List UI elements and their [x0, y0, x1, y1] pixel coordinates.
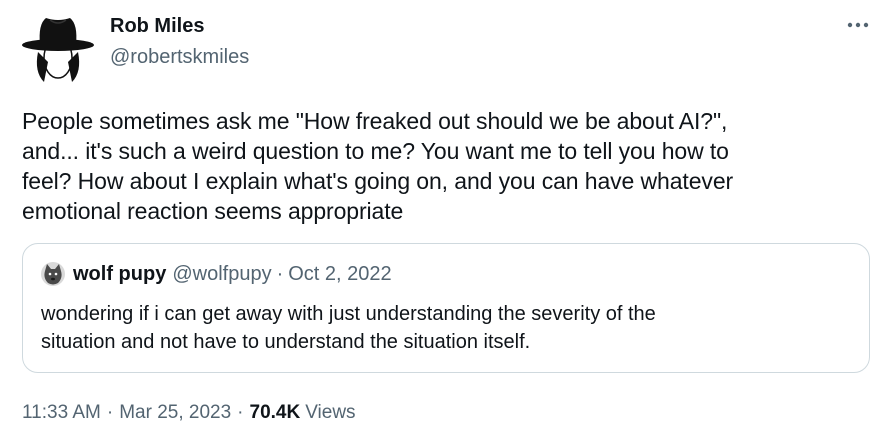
tweet-text-line: emotional reaction seems appropriate: [22, 198, 404, 224]
tweet-text-line: and... it's such a weird question to me?…: [22, 138, 729, 164]
quoted-tweet-text-line: situation and not have to understand the…: [41, 331, 531, 353]
quoted-tweet-card[interactable]: wolf pupy @wolfpupy · Oct 2, 2022 wonder…: [22, 243, 870, 373]
more-options-icon: [847, 22, 869, 28]
hat-silhouette-avatar-icon: [20, 12, 95, 87]
meta-separator: ·: [106, 402, 114, 423]
quoted-header-separator: ·: [276, 262, 284, 285]
author-avatar[interactable]: [20, 12, 95, 87]
tweet: Rob Miles @robertskmiles People sometime…: [0, 0, 889, 439]
tweet-time[interactable]: 11:33 AM: [22, 402, 101, 424]
quoted-tweet-date: Oct 2, 2022: [288, 262, 392, 285]
tweet-text-line: People sometimes ask me "How freaked out…: [22, 108, 728, 134]
author-info: Rob Miles @robertskmiles: [110, 14, 249, 69]
quoted-author-handle: @wolfpupy: [172, 262, 272, 285]
quoted-tweet-text: wondering if i can get away with just un…: [41, 300, 851, 356]
quoted-tweet-text-line: wondering if i can get away with just un…: [41, 303, 656, 325]
author-handle[interactable]: @robertskmiles: [110, 45, 249, 69]
tweet-metadata: 11:33 AM · Mar 25, 2023 · 70.4K Views: [22, 402, 356, 424]
wolf-avatar-icon: [41, 262, 65, 286]
author-display-name[interactable]: Rob Miles: [110, 14, 249, 38]
views-label: Views: [305, 402, 356, 423]
tweet-text: People sometimes ask me "How freaked out…: [22, 106, 872, 226]
quoted-author-display-name: wolf pupy: [73, 262, 167, 285]
meta-separator: ·: [237, 402, 244, 423]
tweet-text-line: feel? How about I explain what's going o…: [22, 168, 734, 194]
quoted-author-avatar: [41, 262, 65, 286]
views-count: 70.4K: [249, 402, 301, 423]
quoted-tweet-header: wolf pupy @wolfpupy · Oct 2, 2022: [41, 262, 392, 286]
tweet-date[interactable]: Mar 25, 2023: [119, 402, 231, 424]
more-options-button[interactable]: [838, 10, 878, 40]
